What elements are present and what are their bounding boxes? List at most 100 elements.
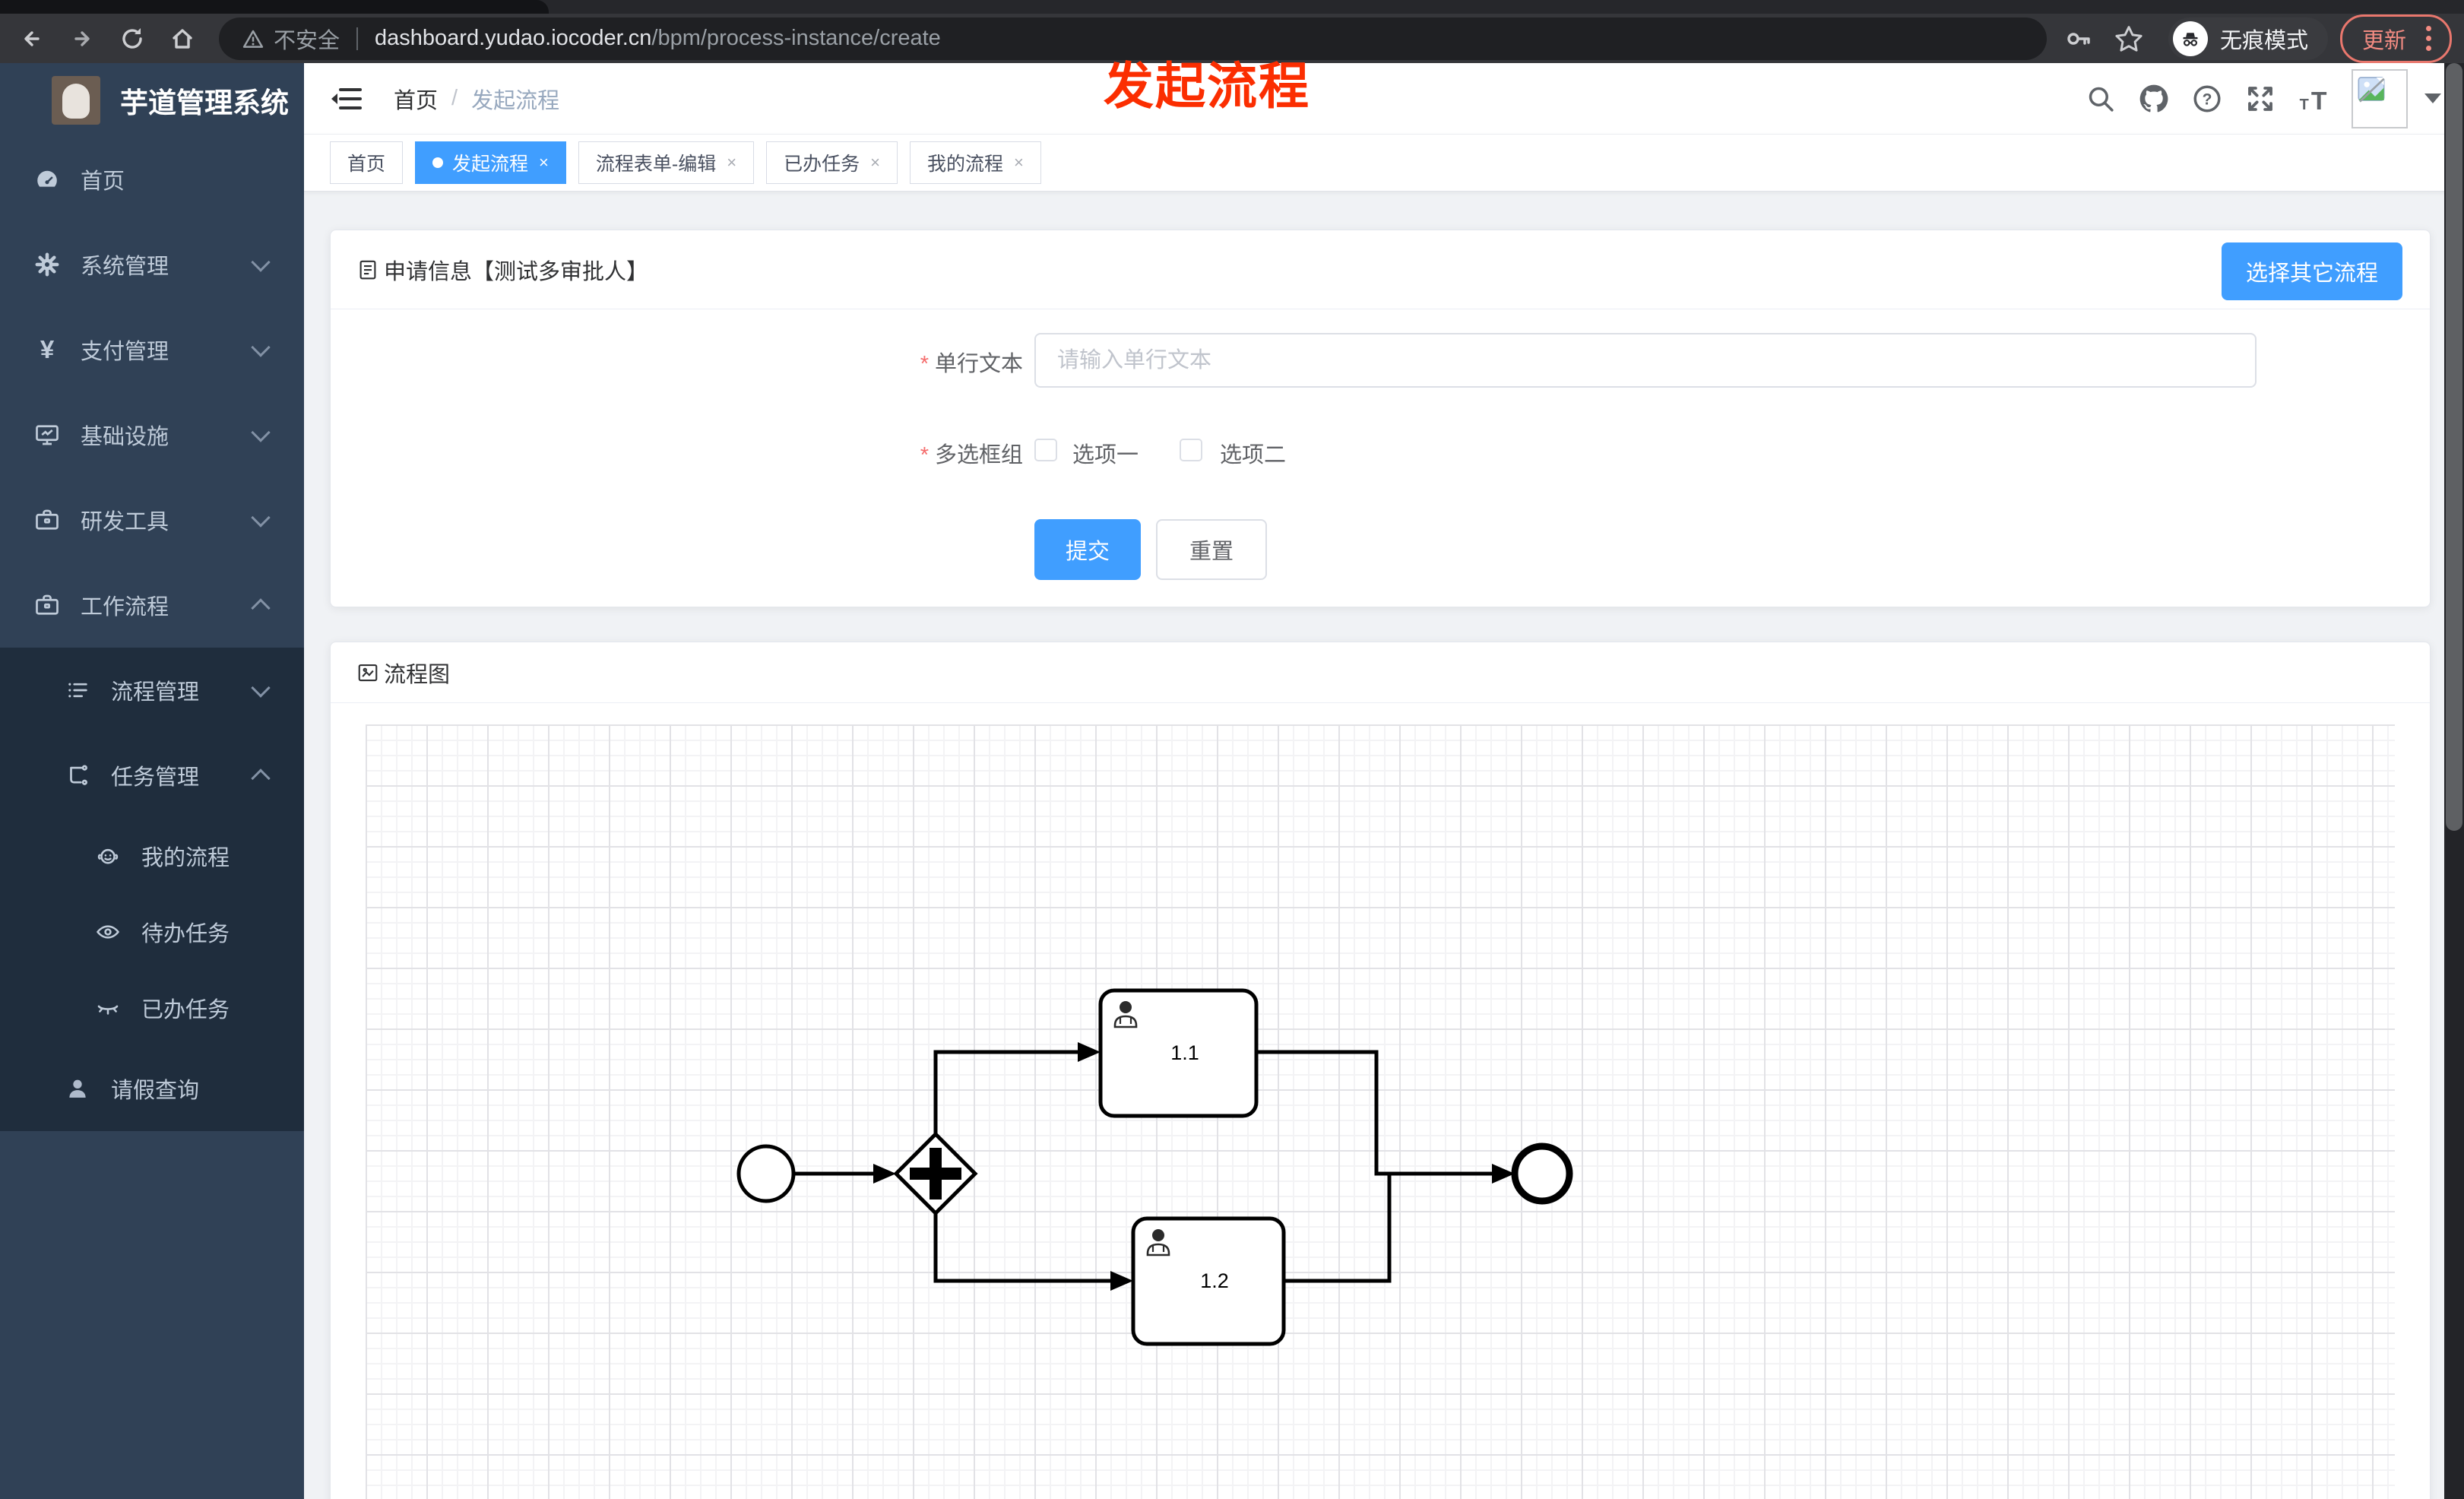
list-icon xyxy=(64,677,91,704)
page-content: 申请信息【测试多审批人】 选择其它流程 *单行文本 *多选框组 选项一 选项二 … xyxy=(304,192,2464,1499)
checkbox-option2-label[interactable]: 选项二 xyxy=(1220,437,1286,469)
sidebar-item-task-management[interactable]: 任务管理 xyxy=(0,733,304,818)
sidebar-item-workflow[interactable]: 工作流程 xyxy=(0,563,304,648)
sidebar-item-process-management[interactable]: 流程管理 xyxy=(0,648,304,733)
reset-button[interactable]: 重置 xyxy=(1156,519,1267,580)
tag-my-process[interactable]: 我的流程 × xyxy=(909,141,1041,184)
active-dot xyxy=(432,157,444,168)
not-secure-icon xyxy=(242,30,264,48)
breadcrumb-home[interactable]: 首页 xyxy=(394,83,438,115)
yen-icon: ¥ xyxy=(40,335,55,363)
sidebar-item-todo-tasks[interactable]: 待办任务 xyxy=(0,894,304,970)
submit-button[interactable]: 提交 xyxy=(1034,519,1141,580)
tag-home[interactable]: 首页 xyxy=(330,141,404,184)
user-task-1-1: 1.1 xyxy=(1098,988,1259,1118)
user-task-1-2: 1.2 xyxy=(1131,1216,1286,1346)
update-button[interactable]: 更新 xyxy=(2339,14,2452,63)
sidebar-item-label: 我的流程 xyxy=(141,846,230,870)
forward-button[interactable] xyxy=(64,21,100,57)
breadcrumb-current: 发起流程 xyxy=(471,88,560,113)
checkbox-option2[interactable] xyxy=(1180,439,1202,461)
search-button[interactable] xyxy=(2079,78,2122,120)
flow-gateway-to-task1 xyxy=(933,1050,1078,1134)
checkbox-group-label: * 多选框组 xyxy=(920,443,1023,467)
tag-label: 流程表单-编辑 xyxy=(595,154,717,175)
chevron-down-icon xyxy=(251,338,271,357)
logo-avatar xyxy=(52,75,100,125)
home-button[interactable] xyxy=(164,21,201,57)
sidebar-item-label: 首页 xyxy=(81,170,125,194)
close-icon[interactable]: × xyxy=(870,153,880,173)
sidebar-item-dev-tools[interactable]: 研发工具 xyxy=(0,477,304,563)
required-asterisk: * xyxy=(920,443,929,467)
close-icon[interactable]: × xyxy=(539,153,549,173)
fullscreen-button[interactable] xyxy=(2239,78,2282,120)
url-separator xyxy=(356,27,359,50)
reload-button[interactable] xyxy=(114,21,150,57)
select-other-process-button[interactable]: 选择其它流程 xyxy=(2221,242,2402,300)
sidebar-item-infrastructure[interactable]: 基础设施 xyxy=(0,392,304,477)
sidebar-item-label: 任务管理 xyxy=(111,765,200,790)
checkbox-option1[interactable] xyxy=(1034,439,1057,461)
sidebar-item-payment[interactable]: ¥ 支付管理 xyxy=(0,307,304,392)
tag-form-edit[interactable]: 流程表单-编辑 × xyxy=(578,141,755,184)
search-icon xyxy=(2089,87,2114,112)
font-size-button[interactable]: TT xyxy=(2292,78,2335,120)
chevron-up-icon xyxy=(251,769,271,788)
sidebar-item-system[interactable]: 系统管理 xyxy=(0,222,304,307)
single-line-text-input[interactable] xyxy=(1034,333,2257,388)
parallel-gateway xyxy=(893,1131,978,1216)
url-path: /bpm/process-instance/create xyxy=(651,26,941,50)
bookmark-star-button[interactable] xyxy=(2111,21,2147,57)
collapse-sidebar-button[interactable] xyxy=(331,85,362,113)
star-icon xyxy=(2115,25,2143,52)
diagram-card-title: 流程图 xyxy=(356,657,450,689)
scrollbar-thumb[interactable] xyxy=(2446,63,2462,831)
app-logo[interactable]: 芋道管理系统 xyxy=(0,63,304,137)
sidebar-item-label: 支付管理 xyxy=(81,340,169,364)
tag-done-tasks[interactable]: 已办任务 × xyxy=(766,141,898,184)
bpmn-canvas[interactable]: 1.1 1.2 xyxy=(366,724,2395,1499)
chevron-up-icon xyxy=(251,598,271,618)
apply-card-header: 申请信息【测试多审批人】 选择其它流程 xyxy=(331,230,2430,309)
sidebar-item-my-process[interactable]: 我的流程 xyxy=(0,818,304,894)
page-scrollbar[interactable] xyxy=(2444,63,2464,1499)
start-event xyxy=(736,1144,796,1203)
annotation-title: 发起流程 xyxy=(1104,58,1310,114)
sidebar-item-leave-query[interactable]: 请假查询 xyxy=(0,1046,304,1131)
security-label: 不安全 xyxy=(274,28,340,53)
checkbox-option1-label[interactable]: 选项一 xyxy=(1072,437,1139,469)
github-button[interactable] xyxy=(2133,78,2175,120)
password-key-button[interactable] xyxy=(2060,21,2097,57)
dashboard-icon xyxy=(33,166,61,193)
top-navbar: 首页 / 发起流程 ? TT xyxy=(304,63,2464,135)
home-icon xyxy=(173,28,192,49)
sidebar-item-label: 研发工具 xyxy=(81,510,169,534)
broken-image-icon xyxy=(2358,76,2385,103)
back-icon xyxy=(24,30,40,46)
incognito-badge: 无痕模式 xyxy=(2168,17,2328,60)
close-icon[interactable]: × xyxy=(727,153,736,173)
url-domain: dashboard.yudao.iocoder.cn xyxy=(375,26,652,50)
avatar-caret-icon[interactable] xyxy=(2424,93,2441,103)
tag-create-process[interactable]: 发起流程 × xyxy=(415,141,566,184)
forward-icon xyxy=(74,30,90,46)
avatar[interactable] xyxy=(2352,68,2408,128)
sidebar-item-done-tasks[interactable]: 已办任务 xyxy=(0,970,304,1046)
robot-face-icon xyxy=(94,842,122,870)
help-button[interactable]: ? xyxy=(2186,78,2228,120)
required-asterisk: * xyxy=(920,352,929,376)
sidebar-item-label: 基础设施 xyxy=(81,425,169,449)
document-icon xyxy=(359,260,376,279)
chevron-down-icon xyxy=(251,508,271,528)
tag-label: 发起流程 xyxy=(452,154,529,175)
breadcrumb-separator: / xyxy=(451,86,458,110)
sidebar-item-home[interactable]: 首页 xyxy=(0,137,304,222)
task1-label: 1.1 xyxy=(1170,1041,1199,1064)
chevron-down-icon xyxy=(251,678,271,698)
browser-menu-icon[interactable] xyxy=(2421,23,2436,54)
chrome-right-controls: 无痕模式 更新 xyxy=(2047,14,2452,63)
close-icon[interactable]: × xyxy=(1014,153,1024,173)
incognito-icon xyxy=(2172,21,2208,56)
back-button[interactable] xyxy=(14,21,50,57)
